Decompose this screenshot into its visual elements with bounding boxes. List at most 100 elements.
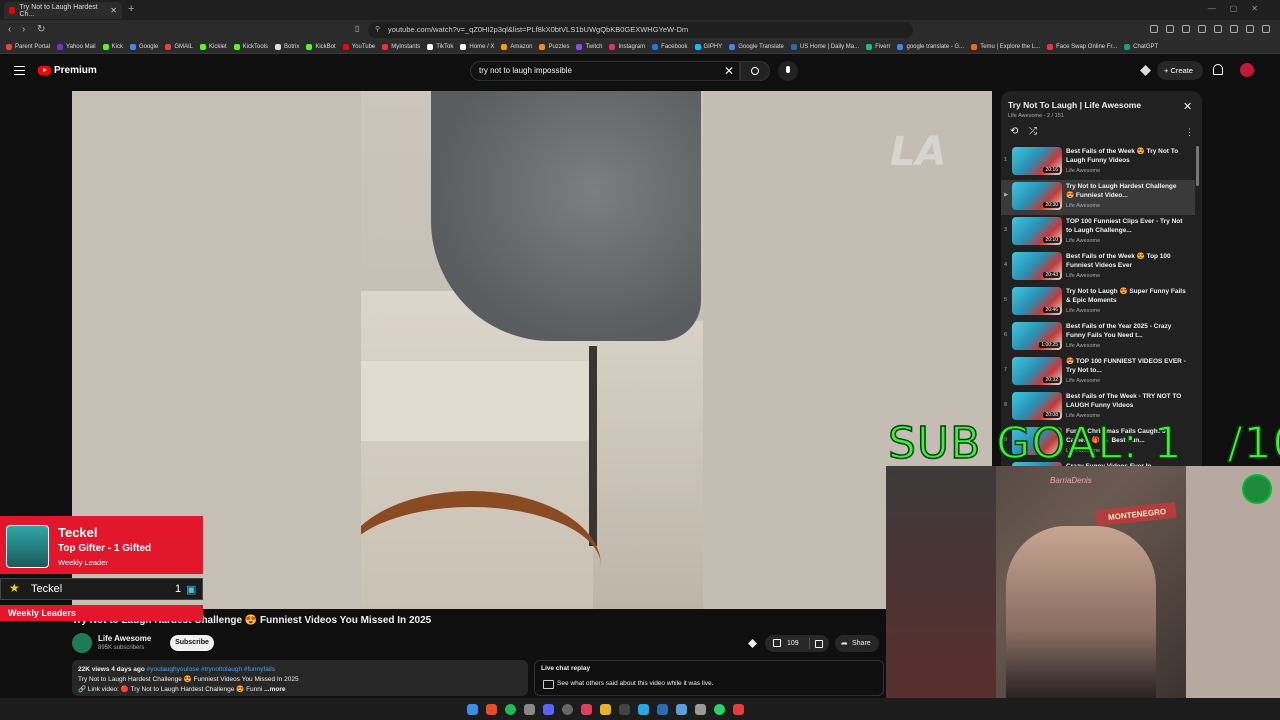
playlist-item-title[interactable]: Best Fails of The Week - TRY NOT TO LAUG…: [1066, 392, 1186, 410]
playlist-item[interactable]: 6 1:00:25 Best Fails of the Year 2025 - Cr…: [1001, 320, 1195, 355]
extension-icon[interactable]: [1198, 25, 1206, 33]
bookmark-item[interactable]: Google Translate: [729, 43, 784, 50]
playlist-title[interactable]: Try Not To Laugh | Life Awesome: [1008, 100, 1141, 110]
start-icon[interactable]: [466, 703, 478, 715]
playlist-thumbnail[interactable]: 20:43: [1012, 252, 1062, 280]
playlist-item-title[interactable]: Try Not to Laugh Hardest Challenge 😍 Fun…: [1066, 182, 1186, 200]
new-tab-icon[interactable]: +: [128, 3, 134, 15]
playlist-thumbnail[interactable]: 20:30: [1012, 182, 1062, 210]
whatsapp-icon[interactable]: [713, 703, 725, 715]
menu-icon[interactable]: [14, 66, 25, 75]
browser-tab[interactable]: Try Not to Laugh Hardest Ch... ✕: [4, 2, 122, 19]
extension-icon[interactable]: [1150, 25, 1158, 33]
bookmark-item[interactable]: Yahoo Mail: [57, 43, 96, 50]
playlist-thumbnail[interactable]: 20:08: [1012, 392, 1062, 420]
playlist-item-title[interactable]: Best Fails of the Year 2025 - Crazy Funn…: [1066, 322, 1186, 340]
forward-icon[interactable]: ›: [22, 24, 25, 35]
extension-icon[interactable]: [1214, 25, 1222, 33]
app-icon[interactable]: [656, 703, 668, 715]
extension-icon[interactable]: [1166, 25, 1174, 33]
playlist-scrollbar[interactable]: [1196, 146, 1199, 186]
playlist-item-title[interactable]: TOP 100 Funniest Clips Ever - Try Not to…: [1066, 217, 1186, 235]
back-icon[interactable]: ‹: [8, 24, 11, 35]
youtube-logo[interactable]: Premium: [38, 65, 97, 76]
voice-search-icon[interactable]: [778, 61, 798, 81]
bookmark-item[interactable]: Temu | Explore the L...: [971, 43, 1040, 50]
playlist-item[interactable]: 5 20:46 Try Not to Laugh 😍 Super Funny Fai…: [1001, 285, 1195, 320]
playlist-item[interactable]: 3 20:10 TOP 100 Funniest Clips Ever - Try …: [1001, 215, 1195, 250]
playlist-thumbnail[interactable]: 20:46: [1012, 287, 1062, 315]
playlist-item[interactable]: 1 20:16 Best Fails of the Week 😍 Try Not T…: [1001, 145, 1195, 180]
search-button[interactable]: [740, 61, 770, 81]
obs-icon[interactable]: [561, 703, 573, 715]
create-button[interactable]: + Create: [1157, 61, 1203, 80]
bookmark-item[interactable]: Facebook: [652, 43, 688, 50]
bookmark-item[interactable]: Home / X: [460, 43, 494, 50]
loop-icon[interactable]: ⟲: [1010, 126, 1018, 137]
folder-icon[interactable]: [599, 703, 611, 715]
bookmark-item[interactable]: google translate - G...: [897, 43, 964, 50]
playlist-thumbnail[interactable]: 20:10: [1012, 217, 1062, 245]
bookmark-item[interactable]: Parent Portal: [6, 43, 50, 50]
extension-icon[interactable]: [1230, 25, 1238, 33]
bookmark-item[interactable]: Instagram: [609, 43, 645, 50]
search-input[interactable]: try not to laugh impossible: [470, 61, 740, 81]
close-icon[interactable]: ✕: [1183, 100, 1192, 113]
bookmark-item[interactable]: KickTools: [233, 43, 268, 50]
site-info-icon[interactable]: ⚲: [375, 22, 380, 38]
playlist-item[interactable]: 4 20:43 Best Fails of the Week 😍 Top 100 F…: [1001, 250, 1195, 285]
bookmark-item[interactable]: GMAIL: [165, 43, 193, 50]
telegram-icon[interactable]: [637, 703, 649, 715]
live-chat-replay[interactable]: Live chat replay See what others said ab…: [534, 660, 884, 696]
bookmark-item[interactable]: Puzzles: [539, 43, 569, 50]
subscribe-button[interactable]: Subscribe: [170, 635, 214, 651]
playlist-item-title[interactable]: Try Not to Laugh 😍 Super Funny Fails & E…: [1066, 287, 1186, 305]
bookmark-item[interactable]: GIPHY: [694, 43, 722, 50]
bookmark-item[interactable]: YouTube: [342, 43, 375, 50]
playlist-item[interactable]: ▶ 20:30 Try Not to Laugh Hardest Challenge…: [1001, 180, 1195, 215]
more-options-icon[interactable]: ⋮: [1185, 127, 1194, 138]
bookmark-item[interactable]: Google: [129, 43, 158, 50]
bookmark-item[interactable]: Botrix: [275, 43, 299, 50]
bookmark-item[interactable]: MyInstants: [382, 43, 420, 50]
reload-icon[interactable]: ↻: [37, 24, 45, 35]
hashtags[interactable]: #youlaughyoulose #trynottolaugh #funnyfa…: [147, 666, 275, 673]
extension-icon[interactable]: [1262, 25, 1270, 33]
bookmark-item[interactable]: Kick: [102, 43, 123, 50]
bookmark-item[interactable]: Amazon: [501, 43, 532, 50]
browser-icon[interactable]: [485, 703, 497, 715]
account-avatar[interactable]: [1240, 63, 1254, 77]
bookmark-item[interactable]: US Home | Daily Ma...: [790, 43, 859, 50]
channel-avatar[interactable]: [72, 633, 92, 653]
bookmark-item[interactable]: Fiverr: [866, 43, 890, 50]
spotify-icon[interactable]: [504, 703, 516, 715]
description-box[interactable]: 22K views 4 days ago #youlaughyoulose #t…: [72, 660, 528, 696]
bookmark-icon[interactable]: ▯: [355, 24, 359, 33]
pin-icon[interactable]: [580, 703, 592, 715]
playlist-item[interactable]: 7 20:32 😍 TOP 100 FUNNIEST VIDEOS EVER - T…: [1001, 355, 1195, 390]
playlist-thumbnail[interactable]: 1:00:25: [1012, 322, 1062, 350]
share-button[interactable]: Share: [835, 635, 879, 652]
playlist-thumbnail[interactable]: 20:16: [1012, 147, 1062, 175]
extension-icon[interactable]: [1182, 25, 1190, 33]
bookmark-item[interactable]: Kicklet: [199, 43, 227, 50]
bookmark-item[interactable]: Face Swap Online Fr...: [1047, 43, 1117, 50]
notifications-icon[interactable]: [1213, 64, 1223, 75]
clip-icon[interactable]: [748, 639, 757, 648]
clear-search-icon[interactable]: ✕: [724, 64, 734, 78]
address-bar[interactable]: ⚲ youtube.com/watch?v=_qZ0HI2p3ql&list=P…: [368, 22, 913, 38]
app-icon[interactable]: [523, 703, 535, 715]
more-link[interactable]: ...more: [264, 686, 285, 693]
video-player[interactable]: LA: [72, 91, 992, 609]
settings-icon[interactable]: [694, 703, 706, 715]
thumbs-down-icon[interactable]: [815, 640, 823, 648]
playlist-item-title[interactable]: 😍 TOP 100 FUNNIEST VIDEOS EVER - Try Not…: [1066, 357, 1186, 375]
shuffle-icon[interactable]: ⤮: [1029, 126, 1037, 137]
playlist-item-title[interactable]: Best Fails of the Week 😍 Try Not To Laug…: [1066, 147, 1186, 165]
bookmark-item[interactable]: KickBot: [306, 43, 336, 50]
window-controls[interactable]: —▢✕: [1208, 4, 1272, 13]
playlist-item-title[interactable]: Best Fails of the Week 😍 Top 100 Funnies…: [1066, 252, 1186, 270]
studio-icon[interactable]: [1140, 65, 1151, 76]
app-icon[interactable]: [618, 703, 630, 715]
channel-name[interactable]: Life Awesome: [98, 634, 151, 643]
